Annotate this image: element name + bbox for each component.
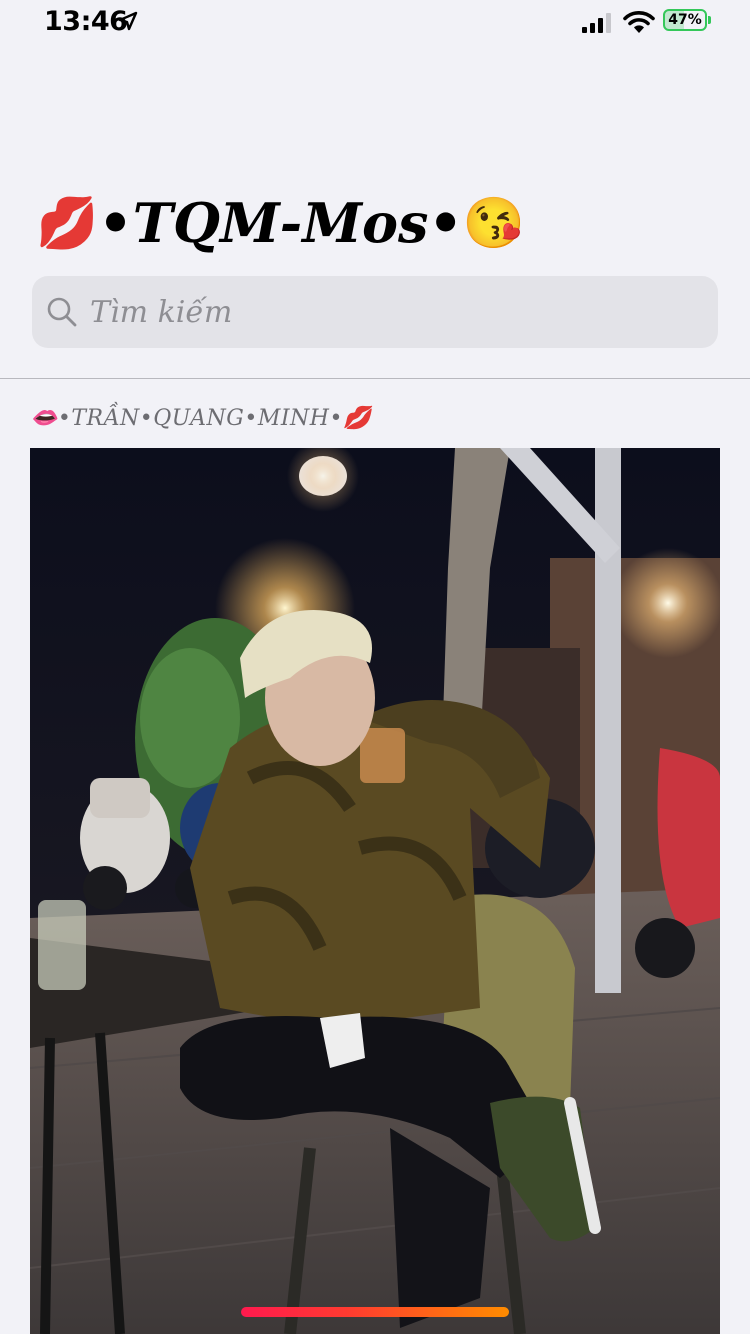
battery-tip xyxy=(708,16,711,24)
section-header-text: •TRẦN•QUANG•MINH• xyxy=(57,405,343,431)
battery-percent: 47% xyxy=(663,9,707,31)
scroll-indicator xyxy=(241,1307,509,1317)
search-bar[interactable] xyxy=(32,276,718,348)
wifi-icon xyxy=(623,11,655,33)
section-header: 👄 •TRẦN•QUANG•MINH• 💋 xyxy=(30,400,371,436)
photo-image xyxy=(30,448,720,1334)
search-icon xyxy=(47,297,77,327)
search-input[interactable] xyxy=(90,276,690,348)
mouth-icon: 👄 xyxy=(30,405,58,431)
cellular-signal-icon xyxy=(582,13,611,33)
kiss-mark-icon: 💋 xyxy=(36,193,99,252)
status-bar: 13:46 47% xyxy=(0,0,750,44)
photo[interactable] xyxy=(30,448,720,1334)
face-blowing-kiss-icon: 😘 xyxy=(462,193,526,252)
kiss-mark-icon: 💋 xyxy=(342,405,371,431)
page-title-text: •TQM-Mos• xyxy=(98,191,463,255)
battery-icon: 47% xyxy=(663,9,713,33)
status-time: 13:46 xyxy=(44,6,128,37)
page-title: 💋 •TQM-Mos• 😘 xyxy=(36,188,525,258)
divider xyxy=(0,378,750,379)
location-arrow-icon xyxy=(118,11,138,31)
